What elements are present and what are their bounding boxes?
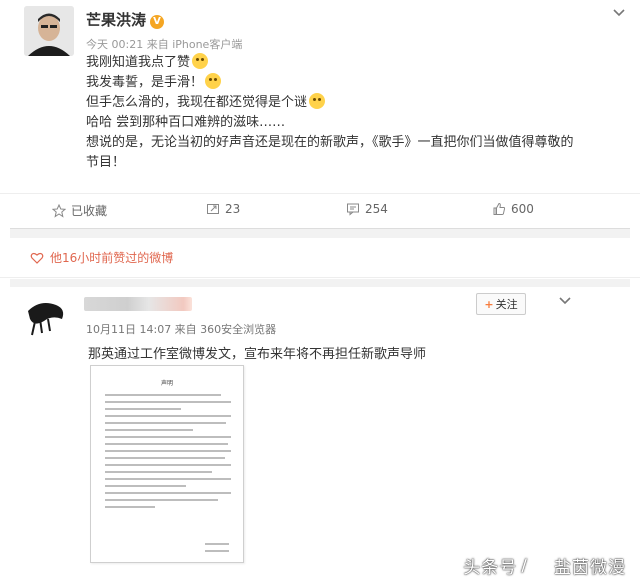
post-line: 想说的是，无论当初的好声音还是现在的新歌声，《歌手》一直把你们当做值得尊敬的节目… — [86, 135, 574, 170]
verified-badge: V — [150, 15, 165, 29]
repost-button[interactable]: 23 — [206, 202, 240, 216]
chevron-down-icon[interactable] — [612, 6, 626, 22]
statement-image[interactable]: 声明 — [90, 365, 244, 563]
comment-button[interactable]: 254 — [346, 202, 388, 216]
post-meta: 10月11日 14:07 来自 360安全浏览器 — [86, 323, 277, 336]
favorite-label: 已收藏 — [71, 204, 108, 218]
emoji-icon — [192, 53, 209, 69]
post-line: 我发毒誓，是手滑！ — [86, 73, 586, 93]
statement-signature — [205, 538, 229, 552]
favorite-button[interactable]: 已收藏 — [52, 202, 107, 219]
post-line: 我刚知道我点了赞 — [86, 53, 586, 73]
author-name-redacted[interactable] — [84, 297, 192, 311]
comment-count: 254 — [365, 202, 388, 216]
repost-count: 23 — [225, 202, 241, 216]
like-button[interactable]: 600 — [492, 202, 534, 216]
post-meta: 今天 00:21 来自 iPhone客户端 — [86, 38, 243, 51]
like-count: 600 — [511, 202, 534, 216]
thumbs-up-icon — [493, 202, 506, 215]
section-divider — [10, 228, 630, 238]
author-avatar[interactable] — [24, 6, 74, 56]
section-divider — [10, 279, 630, 287]
liked-notice-text[interactable]: 他16小时前赞过的微博 — [50, 249, 173, 266]
follow-button[interactable]: + 关注 — [476, 293, 526, 315]
heart-icon — [30, 252, 44, 264]
follow-label: 关注 — [495, 298, 518, 311]
chevron-down-icon[interactable] — [558, 294, 572, 310]
watermark-platform: 头条号 — [463, 558, 518, 578]
comment-icon — [347, 203, 359, 216]
watermark-separator: / — [521, 555, 528, 576]
post-actions: 已收藏 23 254 600 — [0, 193, 640, 223]
emoji-icon — [205, 73, 222, 89]
watermark: 头条号 / 盐茵微漫 — [463, 553, 626, 579]
watermark-account: 盐茵微漫 — [554, 558, 626, 578]
repost-icon — [207, 204, 219, 214]
post-body: 我刚知道我点了赞 我发毒誓，是手滑！ 但手怎么滑的，我现在都还觉得是个谜 哈哈 … — [86, 53, 586, 173]
weibo-post-2: + 关注 10月11日 14:07 来自 360安全浏览器 那英通过工作室微博发文… — [0, 287, 640, 584]
author-name[interactable]: 芒果洪涛 V — [86, 9, 165, 30]
emoji-icon — [309, 93, 326, 109]
plus-icon: + — [484, 297, 494, 311]
weibo-post-1: 芒果洪涛 V 今天 00:21 来自 iPhone客户端 我刚知道我点了赞 我发毒… — [0, 0, 640, 228]
author-avatar[interactable] — [22, 295, 72, 337]
post-line: 但手怎么滑的，我现在都还觉得是个谜 — [86, 93, 586, 113]
eye-icon — [532, 560, 550, 575]
post-body: 那英通过工作室微博发文，宣布来年将不再担任新歌声导师 — [88, 347, 427, 362]
statement-text-lines — [105, 394, 231, 513]
statement-title: 声明 — [160, 380, 173, 387]
star-icon — [52, 203, 66, 218]
liked-notice[interactable]: 他16小时前赞过的微博 — [30, 249, 173, 266]
author-name-text[interactable]: 芒果洪涛 — [86, 11, 146, 29]
liked-notice-bar: 他16小时前赞过的微博 — [0, 238, 640, 278]
post-line: 哈哈 尝到那种百口难辨的滋味…… — [86, 115, 286, 130]
